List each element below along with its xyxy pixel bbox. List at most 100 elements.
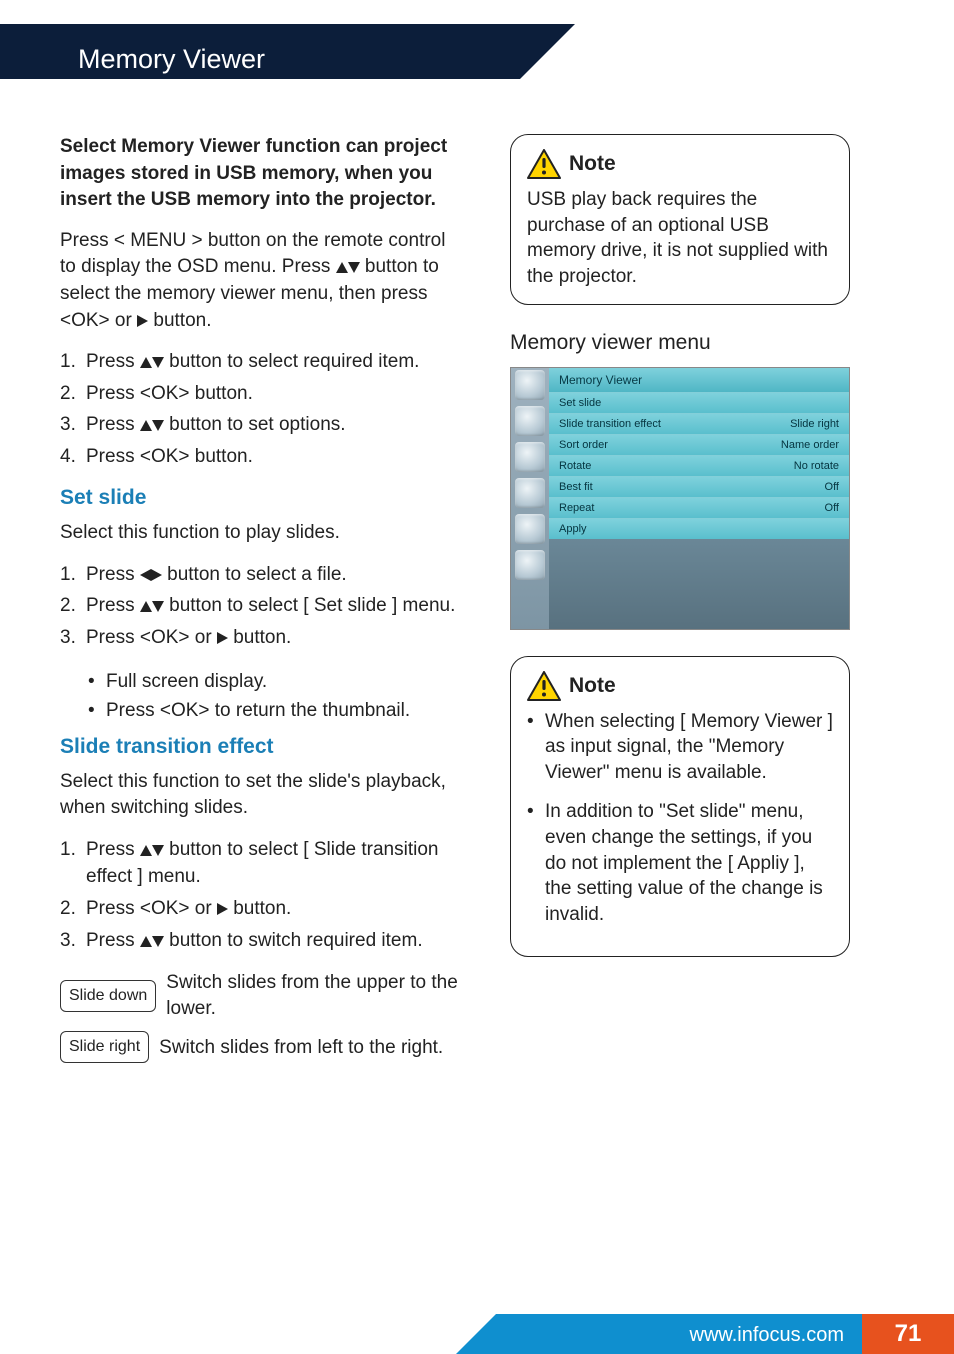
- menu-row-label: Rotate: [559, 460, 591, 472]
- transition-options: Slide down Switch slides from the upper t…: [60, 970, 460, 1063]
- page-number: 71: [862, 1314, 954, 1354]
- option-desc: Switch slides from left to the right.: [159, 1035, 443, 1061]
- step-item: Press button to select a file.: [60, 561, 460, 589]
- menu-header: Memory Viewer: [549, 368, 849, 392]
- step-item: Press button to select required item.: [60, 348, 460, 376]
- step-text: button to switch required item.: [164, 930, 423, 951]
- step-text: button to select required item.: [164, 351, 420, 372]
- menu-row-label: Repeat: [559, 502, 594, 514]
- set-slide-sublist: Full screen display.Press <OK> to return…: [88, 668, 460, 725]
- warning-icon: [527, 671, 561, 701]
- side-icon: [515, 478, 545, 508]
- transition-desc: Select this function to set the slide's …: [60, 769, 460, 822]
- note-title: Note: [569, 674, 616, 698]
- sub-item: Press <OK> to return the thumbnail.: [88, 697, 460, 725]
- option-label: Slide down: [60, 980, 156, 1012]
- transition-steps: Press button to select [ Slide transitio…: [60, 836, 460, 954]
- up-arrow-icon: [140, 601, 152, 612]
- option-desc: Switch slides from the upper to the lowe…: [166, 970, 460, 1021]
- down-arrow-icon: [152, 357, 164, 368]
- step-text: Press: [86, 564, 140, 585]
- option-row: Slide down Switch slides from the upper t…: [60, 970, 460, 1021]
- step-text: Press: [86, 930, 140, 951]
- step-text: button to select a file.: [162, 564, 347, 585]
- note-item: When selecting [ Memory Viewer ] as inpu…: [527, 709, 833, 786]
- step-text: Press: [86, 414, 140, 435]
- up-arrow-icon: [140, 936, 152, 947]
- menu-row: Repeat Off: [549, 497, 849, 518]
- down-arrow-icon: [152, 936, 164, 947]
- page-footer: www.infocus.com 71: [0, 1304, 954, 1354]
- step-item: Press button to set options.: [60, 411, 460, 439]
- menu-row: Apply: [549, 518, 849, 539]
- left-arrow-icon: [140, 569, 151, 581]
- nav-instructions: Press < MENU > button on the remote cont…: [60, 228, 460, 334]
- note-item: In addition to "Set slide" menu, even ch…: [527, 799, 833, 927]
- step-item: Press <OK> button.: [60, 380, 460, 408]
- side-icon: [515, 406, 545, 436]
- down-arrow-icon: [152, 420, 164, 431]
- set-slide-desc: Select this function to play slides.: [60, 520, 460, 547]
- step-text: button.: [228, 627, 291, 648]
- menu-row-value: Name order: [781, 439, 839, 451]
- right-column: Note USB play back requires the purchase…: [510, 134, 850, 1073]
- step-item: Press <OK> or button.: [60, 624, 460, 652]
- side-icon: [515, 514, 545, 544]
- up-arrow-icon: [140, 845, 152, 856]
- note-title: Note: [569, 152, 616, 176]
- step-text: Press <OK> button.: [86, 446, 253, 467]
- menu-row: Sort order Name order: [549, 434, 849, 455]
- step-item: Press <OK> or button.: [60, 895, 460, 923]
- step-text: Press: [86, 839, 140, 860]
- menu-row: Best fitOff: [549, 476, 849, 497]
- menu-row-value: Off: [825, 481, 839, 493]
- option-label: Slide right: [60, 1031, 149, 1063]
- up-arrow-icon: [140, 357, 152, 368]
- footer-url: www.infocus.com: [690, 1324, 845, 1347]
- side-icon: [515, 370, 545, 400]
- menu-row: Rotate No rotate: [549, 455, 849, 476]
- transition-heading: Slide transition effect: [60, 735, 460, 759]
- side-icon: [515, 442, 545, 472]
- step-item: Press button to select [ Set slide ] men…: [60, 592, 460, 620]
- menu-row-label: Sort order: [559, 439, 608, 451]
- right-arrow-icon: [217, 632, 228, 644]
- note-box-2: Note When selecting [ Memory Viewer ] as…: [510, 656, 850, 957]
- step-text: Press <OK> or: [86, 627, 217, 648]
- step-text: button.: [228, 898, 291, 919]
- step-text: Press: [86, 595, 140, 616]
- left-column: Select Memory Viewer function can projec…: [60, 134, 460, 1073]
- right-arrow-icon: [137, 315, 148, 327]
- warning-icon: [527, 149, 561, 179]
- set-slide-heading: Set slide: [60, 486, 460, 510]
- menu-row-value: Off: [825, 502, 839, 514]
- menu-row: Set slide: [549, 392, 849, 413]
- sub-item: Full screen display.: [88, 668, 460, 696]
- side-icon: [515, 550, 545, 580]
- menu-side-icons: [511, 368, 549, 629]
- menu-row: Slide transition effectSlide right: [549, 413, 849, 434]
- down-arrow-icon: [152, 601, 164, 612]
- menu-row-value: No rotate: [794, 460, 839, 472]
- down-arrow-icon: [152, 845, 164, 856]
- main-steps-list: Press button to select required item.Pre…: [60, 348, 460, 470]
- menu-screenshot: Memory Viewer Set slide Slide transition …: [510, 367, 850, 630]
- intro-text: Select Memory Viewer function can projec…: [60, 134, 460, 214]
- menu-panel-title: Memory viewer menu: [510, 331, 850, 355]
- up-arrow-icon: [140, 420, 152, 431]
- menu-row-label: Set slide: [559, 397, 601, 409]
- menu-row-label: Slide transition effect: [559, 418, 661, 430]
- section-title: Memory Viewer: [0, 44, 265, 75]
- down-arrow-icon: [348, 262, 360, 273]
- step-text: button to select [ Set slide ] menu.: [164, 595, 456, 616]
- step-text: Press <OK> or: [86, 898, 217, 919]
- set-slide-steps: Press button to select a file.Press butt…: [60, 561, 460, 652]
- note-box-1: Note USB play back requires the purchase…: [510, 134, 850, 305]
- step-item: Press button to switch required item.: [60, 927, 460, 955]
- right-arrow-icon: [151, 569, 162, 581]
- up-arrow-icon: [336, 262, 348, 273]
- section-header-tab: Memory Viewer: [0, 24, 894, 94]
- step-text: Press <OK> button.: [86, 383, 253, 404]
- step-text: Press: [86, 351, 140, 372]
- option-row: Slide right Switch slides from left to th…: [60, 1031, 460, 1063]
